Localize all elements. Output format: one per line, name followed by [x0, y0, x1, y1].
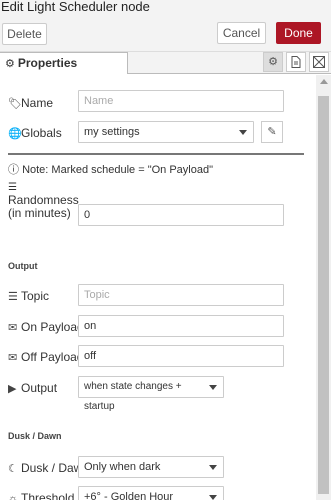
tray-toolbar: Delete Cancel Done	[0, 16, 331, 52]
gear-icon: ⚙	[5, 58, 15, 70]
name-label: 🏷Name	[8, 96, 54, 110]
edit-globals-button[interactable]: ✎	[261, 121, 283, 143]
info-icon: ⓘ	[8, 164, 19, 176]
scroll-up-arrow-icon[interactable]	[320, 79, 328, 84]
document-icon	[291, 56, 301, 68]
name-input[interactable]: Name	[78, 90, 284, 112]
scrollbar-thumb[interactable]	[318, 96, 329, 494]
settings-tab-button[interactable]: ⚙	[263, 52, 283, 72]
off-payload-label: ✉ Off Payload	[8, 350, 84, 364]
schedule-note: ⓘ Note: Marked schedule = "On Payload"	[8, 164, 214, 176]
tab-properties[interactable]: ⚙ Properties	[0, 52, 128, 74]
tab-properties-label: Properties	[17, 56, 78, 70]
dusk-section-heading: Dusk / Dawn	[8, 431, 62, 441]
divider	[8, 153, 304, 155]
dusk-dawn-select[interactable]: Only when dark	[78, 456, 224, 478]
threshold-select[interactable]: +6° - Golden Hour	[78, 486, 224, 500]
tag-icon: 🏷	[8, 98, 22, 110]
cancel-button[interactable]: Cancel	[217, 22, 266, 44]
globe-icon: 🌐	[8, 128, 22, 140]
on-payload-input[interactable]: on	[78, 315, 284, 337]
off-payload-input[interactable]: off	[78, 345, 284, 367]
moon-icon: ☾	[8, 463, 18, 475]
appearance-tab-button[interactable]	[309, 52, 329, 72]
envelope-icon: ✉	[8, 352, 18, 364]
node-appearance-icon	[313, 56, 325, 68]
scrollbar[interactable]	[316, 75, 331, 500]
gear-icon: ⚙	[268, 56, 278, 68]
pencil-icon: ✎	[267, 126, 277, 138]
threshold-label: ☼ Threshold	[8, 491, 74, 500]
topic-label: ☰ Topic	[8, 289, 50, 303]
globals-label: 🌐Globals	[8, 126, 62, 140]
delete-button[interactable]: Delete	[2, 23, 47, 45]
sun-icon: ☼	[8, 493, 19, 500]
dusk-dawn-label: ☾ Dusk / Dawn	[8, 461, 90, 475]
description-tab-button[interactable]	[286, 52, 306, 72]
play-icon: ▶	[8, 383, 17, 395]
envelope-icon: ✉	[8, 322, 18, 334]
window-title: Edit Light Scheduler node	[0, 0, 331, 16]
globals-select[interactable]: my settings	[78, 121, 254, 143]
done-button[interactable]: Done	[276, 22, 321, 44]
randomness-label: ☰ Randomness (in minutes)	[8, 182, 79, 220]
topic-input[interactable]: Topic	[78, 284, 284, 306]
randomness-input[interactable]: 0	[78, 204, 284, 226]
on-payload-label: ✉ On Payload	[8, 320, 84, 334]
output-select[interactable]: when state changes + startup	[78, 376, 224, 412]
output-section-heading: Output	[8, 261, 38, 271]
list-icon: ☰	[8, 291, 18, 303]
tab-bar: ⚙ Properties ⚙	[0, 52, 331, 74]
output-label: ▶ Output	[8, 381, 58, 395]
